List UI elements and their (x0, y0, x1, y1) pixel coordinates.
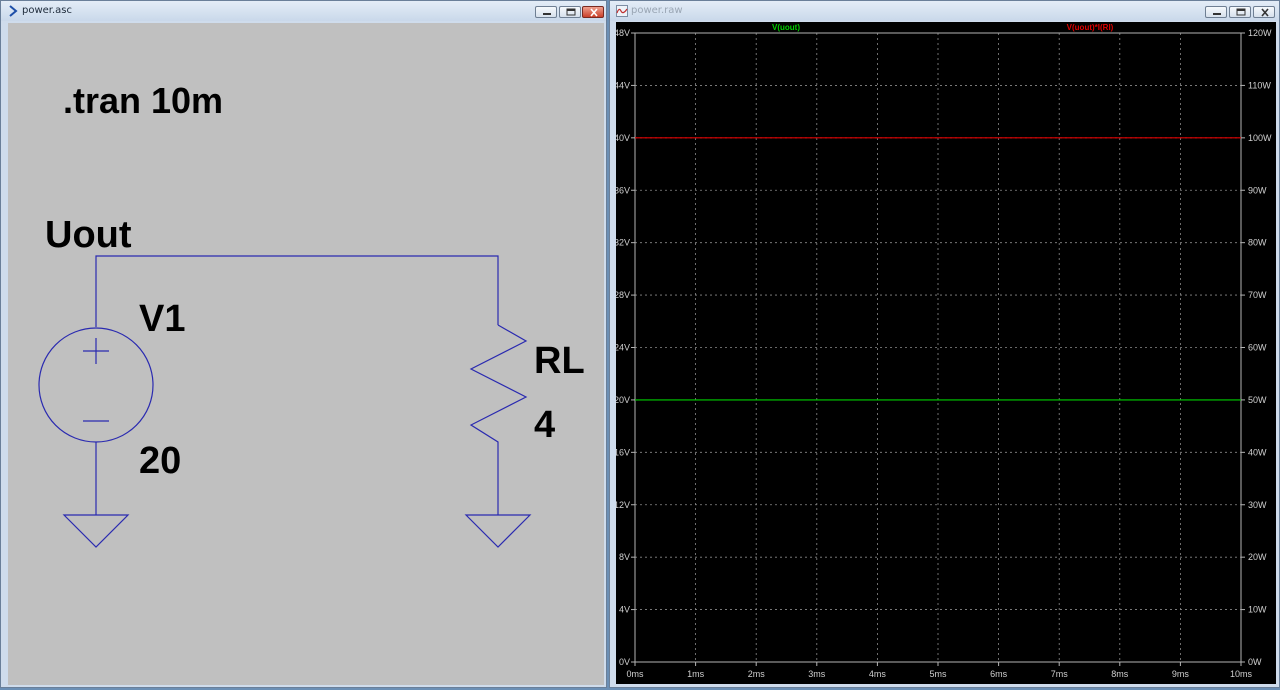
y-left-tick-label: 12V (616, 500, 630, 510)
y-left-tick-label: 4V (619, 605, 630, 615)
x-tick-label: 4ms (869, 669, 887, 679)
ltspice-icon (9, 5, 18, 17)
x-tick-label: 9ms (1172, 669, 1190, 679)
y-left-tick-label: 16V (616, 447, 630, 457)
x-tick-label: 6ms (990, 669, 1008, 679)
y-left-tick-label: 24V (616, 343, 630, 353)
y-left-tick-label: 28V (616, 290, 630, 300)
minimize-icon (543, 13, 551, 15)
y-right-tick-label: 10W (1248, 605, 1267, 615)
x-tick-label: 0ms (626, 669, 644, 679)
window-title: power.asc (22, 5, 73, 16)
restore-icon (566, 8, 576, 16)
x-tick-label: 7ms (1051, 669, 1069, 679)
close-icon (1261, 8, 1269, 17)
minimize-button[interactable] (1205, 6, 1227, 18)
schematic-window[interactable]: power.asc .tran 10m Uout V1 20 RL 4 (0, 0, 607, 688)
x-tick-label: 1ms (687, 669, 705, 679)
restore-icon (1236, 8, 1246, 16)
y-left-tick-label: 32V (616, 238, 630, 248)
x-tick-label: 3ms (808, 669, 826, 679)
x-tick-label: 5ms (929, 669, 947, 679)
y-left-tick-label: 44V (616, 80, 630, 90)
window-title: power.raw (631, 5, 683, 16)
ground-symbol-right[interactable] (464, 514, 532, 548)
y-right-tick-label: 60W (1248, 343, 1267, 353)
y-right-tick-label: 100W (1248, 133, 1272, 143)
y-right-tick-label: 90W (1248, 185, 1267, 195)
net-label-uout[interactable]: Uout (45, 214, 132, 256)
y-right-tick-label: 50W (1248, 395, 1267, 405)
tran-directive[interactable]: .tran 10m (63, 80, 223, 121)
y-left-tick-label: 20V (616, 395, 630, 405)
y-right-tick-label: 110W (1248, 80, 1271, 90)
resistor-value[interactable]: 4 (534, 404, 555, 446)
source-name[interactable]: V1 (139, 298, 185, 340)
source-value[interactable]: 20 (139, 440, 181, 482)
plot-pane[interactable]: 0ms 1ms 2ms 3ms 4ms 5ms 6ms 7ms 8ms 9ms 10ms 0V 4V 8V… (614, 22, 1276, 684)
y-left-tick-label: 8V (619, 552, 630, 562)
schematic-titlebar[interactable]: power.asc (1, 1, 606, 21)
resistor-name[interactable]: RL (534, 340, 585, 382)
y-right-tick-label: 0W (1248, 657, 1262, 667)
y-right-tick-label: 30W (1248, 500, 1267, 510)
y-left-tick-label: 48V (616, 28, 630, 38)
y-right-tick-label: 70W (1248, 290, 1267, 300)
y-left-tick-label: 36V (616, 185, 630, 195)
close-button[interactable] (1253, 6, 1275, 18)
resistor-rl[interactable] (469, 324, 528, 515)
close-button[interactable] (582, 6, 604, 18)
close-icon (590, 8, 598, 17)
ground-symbol-left[interactable] (62, 514, 130, 548)
y-left-tick-label: 0V (619, 657, 630, 667)
series-legend-label-2: V(uout)*I(Rl) (1067, 23, 1114, 32)
y-right-tick-label: 20W (1248, 552, 1267, 562)
y-right-tick-label: 80W (1248, 238, 1267, 248)
waveform-titlebar[interactable]: power.raw (610, 1, 1279, 21)
waveform-icon (616, 5, 628, 17)
minimize-icon (1213, 13, 1221, 15)
x-tick-label: 2ms (748, 669, 766, 679)
series-legend-label-1: V(uout) (772, 23, 800, 32)
schematic-canvas[interactable]: .tran 10m Uout V1 20 RL 4 (8, 23, 604, 685)
y-left-tick-label: 40V (616, 133, 630, 143)
x-tick-label: 10ms (1230, 669, 1253, 679)
maximize-button[interactable] (1229, 6, 1251, 18)
minimize-button[interactable] (535, 6, 557, 18)
x-tick-label: 8ms (1111, 669, 1129, 679)
y-right-tick-label: 120W (1248, 28, 1272, 38)
waveform-chart[interactable]: 0ms 1ms 2ms 3ms 4ms 5ms 6ms 7ms 8ms 9ms 10ms 0V 4V 8V… (614, 22, 1276, 684)
voltage-source-v1[interactable] (38, 327, 154, 515)
y-right-tick-label: 40W (1248, 447, 1267, 457)
maximize-button[interactable] (559, 6, 581, 18)
